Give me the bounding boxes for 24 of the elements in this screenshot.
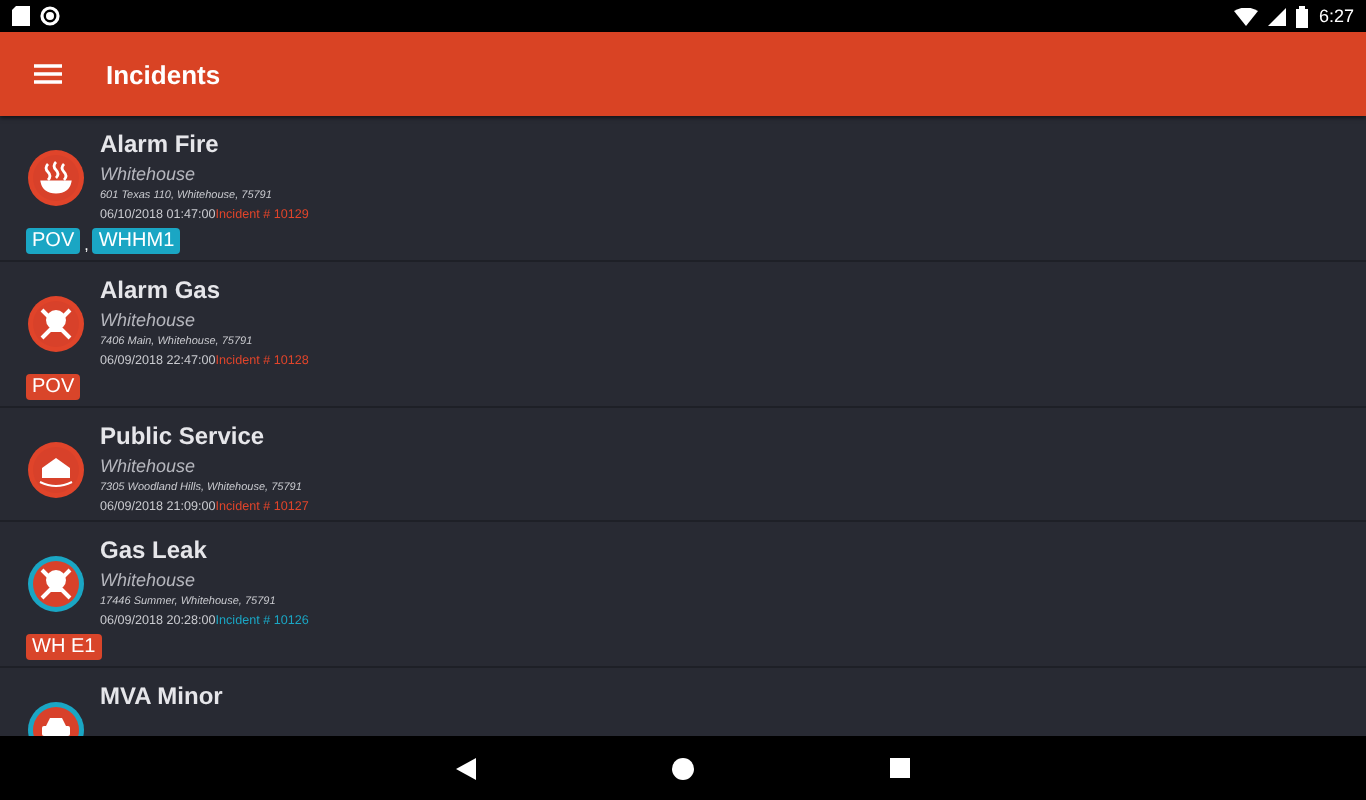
incident-city: Whitehouse xyxy=(100,456,198,476)
signal-icon xyxy=(1268,7,1287,25)
menu-icon[interactable] xyxy=(34,64,62,84)
battery-icon xyxy=(1296,5,1309,27)
screen-title: Incidents xyxy=(106,59,221,89)
incident-title: Alarm Gas xyxy=(100,276,223,304)
incident-city: Whitehouse xyxy=(100,310,198,330)
record-icon xyxy=(40,6,60,26)
unit-tag: WHHM1 xyxy=(92,228,181,254)
incident-city: Whitehouse xyxy=(100,570,198,590)
incident-title: Alarm Fire xyxy=(100,130,221,158)
clock-time: 6:27 xyxy=(1318,6,1354,26)
back-icon[interactable] xyxy=(456,757,476,779)
incident-title: Gas Leak xyxy=(100,536,209,564)
incident-title: Public Service xyxy=(100,422,267,450)
tag-separator: , xyxy=(84,236,89,254)
sd-card-icon xyxy=(12,6,30,26)
unit-tag: POV xyxy=(26,228,81,254)
home-icon[interactable] xyxy=(672,757,694,779)
wifi-icon xyxy=(1234,7,1259,25)
unit-tag: POV xyxy=(26,374,81,400)
incident-city: Whitehouse xyxy=(100,164,198,184)
unit-tag: WH E1 xyxy=(26,634,102,660)
incident-title: MVA Minor xyxy=(100,682,223,710)
